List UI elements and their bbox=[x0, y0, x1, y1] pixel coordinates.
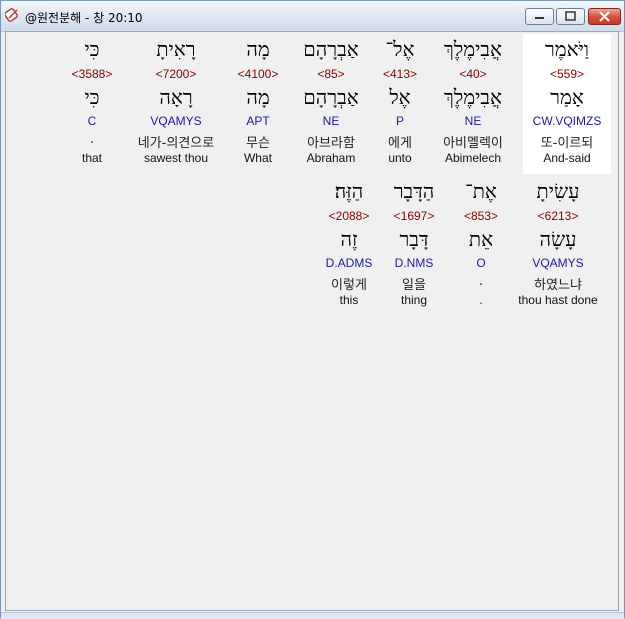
word-column[interactable]: רָאִיתָ <7200> רָאָה VQAMYS 네가-의견으로 sawest th… bbox=[128, 37, 224, 167]
lemma-word: אָמַר bbox=[550, 85, 584, 109]
word-column[interactable]: וַיֹּאמֶר <559> אָמַר CW.VQIMZS 또-이르되 And-sai… bbox=[519, 37, 615, 167]
hebrew-word: וַיֹּאמֶר bbox=[544, 37, 590, 61]
close-icon bbox=[599, 11, 610, 22]
strong-number: <559> bbox=[549, 67, 585, 81]
lemma-word: כִּי bbox=[84, 85, 100, 109]
english-gloss: sawest thou bbox=[143, 151, 209, 165]
lemma-word: מָה bbox=[246, 85, 270, 109]
app-icon bbox=[5, 8, 18, 22]
close-button[interactable] bbox=[588, 8, 621, 25]
lemma-word: זֶה bbox=[340, 227, 358, 251]
minimize-button[interactable] bbox=[525, 8, 554, 25]
strong-number: <2088> bbox=[328, 209, 370, 223]
lemma-word: רָאָה bbox=[159, 85, 193, 109]
hebrew-word: כִּי bbox=[84, 37, 100, 61]
hebrew-word: מָה bbox=[246, 37, 270, 61]
title-bar[interactable]: @원전분해 - 창 20:10 bbox=[1, 1, 624, 32]
korean-gloss: 무슨 bbox=[246, 136, 270, 151]
korean-gloss: 네가-의견으로 bbox=[137, 136, 215, 151]
morphology-code: D.ADMS bbox=[325, 256, 373, 270]
hebrew-word: הַזֶּה׃ bbox=[334, 179, 364, 203]
hebrew-word: רָאִיתָ bbox=[156, 37, 196, 61]
window-title: @원전분해 - 창 20:10 bbox=[25, 11, 143, 25]
korean-gloss: . bbox=[89, 132, 95, 147]
english-gloss: that bbox=[81, 151, 102, 165]
morphology-code: C bbox=[87, 114, 97, 128]
word-column[interactable]: הַזֶּה׃ <2088> זֶה D.ADMS 이렇게 this bbox=[301, 179, 397, 309]
app-window: @원전분해 - 창 20:10 וַיֹּאמֶר <559> אָמַר CW.VQ… bbox=[0, 0, 625, 619]
minimize-icon bbox=[535, 17, 544, 19]
word-column[interactable]: כִּי <3588> כִּי C. that bbox=[44, 37, 140, 167]
korean-gloss: 이렇게 bbox=[331, 278, 367, 293]
morphology-code: CW.VQIMZS bbox=[532, 114, 602, 128]
word-column[interactable]: מָה <4100> מָה APT 무슨 What bbox=[210, 37, 306, 167]
strong-number: <7200> bbox=[155, 67, 197, 81]
maximize-button[interactable] bbox=[556, 8, 585, 25]
english-gloss: this bbox=[339, 293, 359, 307]
english-gloss: And-said bbox=[543, 151, 591, 165]
morphology-code: APT bbox=[246, 114, 270, 128]
strong-number: <4100> bbox=[237, 67, 279, 81]
morphology-code: VQAMYS bbox=[150, 114, 202, 128]
english-gloss: What bbox=[243, 151, 272, 165]
strong-number: <3588> bbox=[71, 67, 113, 81]
maximize-icon bbox=[565, 11, 576, 21]
korean-gloss: 또-이르되 bbox=[540, 136, 594, 151]
